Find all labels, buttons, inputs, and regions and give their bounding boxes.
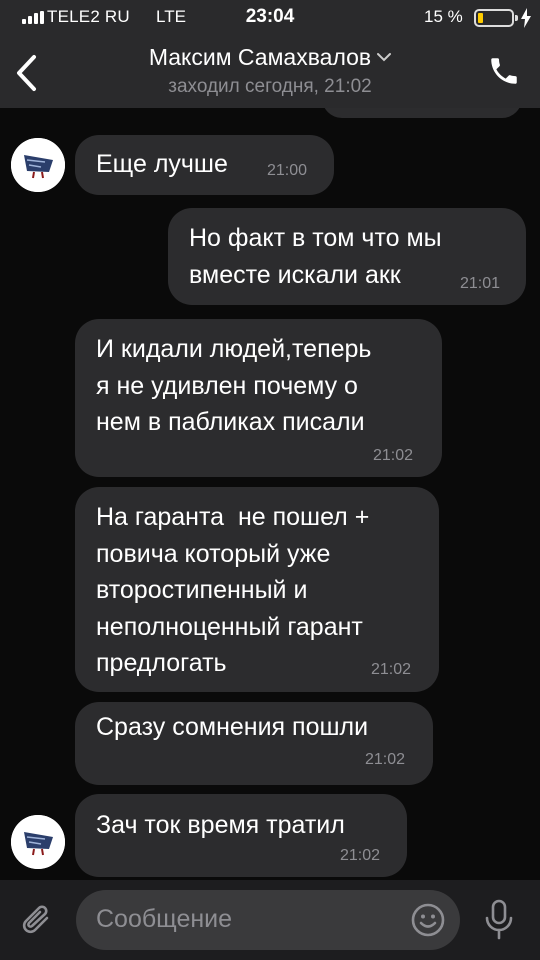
avatar[interactable] — [11, 138, 65, 192]
battery-percent: 15 % — [424, 7, 463, 26]
message-bubble[interactable]: Но факт в том что мы вместе искали акк 2… — [168, 208, 526, 305]
message-composer: Сообщение — [0, 880, 540, 960]
message-time: 21:00 — [267, 162, 308, 179]
message-time: 21:02 — [365, 751, 406, 768]
message-input[interactable]: Сообщение — [76, 890, 460, 950]
charging-icon — [521, 8, 531, 28]
phone-icon[interactable] — [487, 54, 521, 88]
message-text: Но факт в том что мы вместе искали акк — [189, 224, 442, 289]
message-text: Еще лучше — [96, 150, 228, 178]
message-text: Зач ток время тратил — [96, 811, 345, 839]
message-time: 21:01 — [460, 275, 501, 292]
status-bar: TELE2 RU LTE 23:04 15 % — [0, 0, 540, 36]
chevron-down-icon — [377, 53, 392, 62]
paperclip-icon[interactable] — [20, 902, 54, 938]
contact-name: Максим Самахвалов — [148, 44, 372, 70]
message-bubble[interactable]: И кидали людей,теперь я не удивлен почем… — [75, 319, 442, 477]
message-bubble[interactable]: Еще лучше 21:00 — [75, 135, 334, 195]
message-time: 21:02 — [373, 447, 414, 464]
message-bubble[interactable]: На гаранта не пошел + повича который уже… — [75, 487, 439, 692]
contact-title[interactable]: Максим Самахвалов — [0, 44, 540, 71]
message-list[interactable]: Еще лучше 21:00 Но факт в том что мы вме… — [0, 108, 540, 880]
message-bubble[interactable]: Зач ток время тратил 21:02 — [75, 794, 407, 877]
message-text: На гаранта не пошел + повича который уже… — [96, 503, 370, 677]
message-text: И кидали людей,теперь я не удивлен почем… — [96, 335, 372, 436]
message-bubble[interactable]: Сразу сомнения пошли 21:02 — [75, 702, 433, 785]
battery-icon — [474, 9, 518, 27]
message-text: Сразу сомнения пошли — [96, 713, 369, 741]
previous-message-bubble — [322, 108, 522, 118]
message-time: 21:02 — [340, 847, 381, 864]
message-time: 21:02 — [371, 661, 412, 678]
microphone-icon[interactable] — [484, 899, 514, 941]
message-input-placeholder: Сообщение — [96, 905, 233, 933]
avatar[interactable] — [11, 815, 65, 869]
smile-icon[interactable] — [410, 902, 446, 938]
last-seen-status: заходил сегодня, 21:02 — [168, 76, 372, 97]
chat-header: Максим Самахвалов заходил сегодня, 21:02 — [0, 36, 540, 108]
